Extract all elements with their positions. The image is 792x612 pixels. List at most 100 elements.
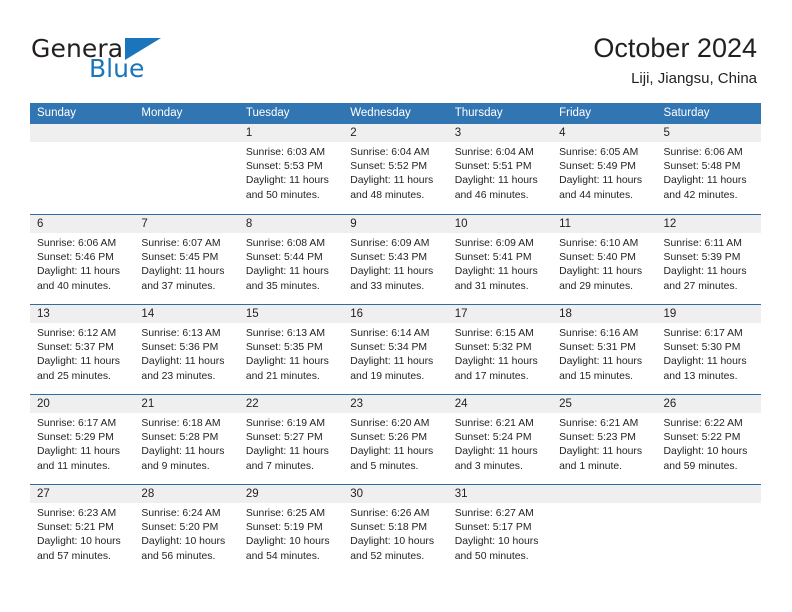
day-body: Sunrise: 6:22 AM Sunset: 5:22 PM Dayligh… [657, 413, 761, 474]
day-cell[interactable]: 8 Sunrise: 6:08 AM Sunset: 5:44 PM Dayli… [238, 215, 344, 304]
day-cell[interactable]: 26 Sunrise: 6:22 AM Sunset: 5:22 PM Dayl… [656, 395, 761, 484]
week-row: 1 Sunrise: 6:03 AM Sunset: 5:53 PM Dayli… [30, 124, 761, 214]
daylight-text-line2: and 44 minutes. [559, 189, 634, 201]
day-body: Sunrise: 6:23 AM Sunset: 5:21 PM Dayligh… [30, 503, 134, 564]
day-cell[interactable]: 30 Sunrise: 6:26 AM Sunset: 5:18 PM Dayl… [343, 485, 448, 574]
day-number: 21 [141, 398, 155, 410]
week-row: 27 Sunrise: 6:23 AM Sunset: 5:21 PM Dayl… [30, 484, 761, 574]
day-cell[interactable]: 11 Sunrise: 6:10 AM Sunset: 5:40 PM Dayl… [552, 215, 657, 304]
sunset-text: Sunset: 5:43 PM [350, 252, 428, 264]
day-cell[interactable]: 15 Sunrise: 6:13 AM Sunset: 5:35 PM Dayl… [238, 305, 344, 394]
sunrise-text: Sunrise: 6:15 AM [454, 328, 534, 339]
day-cell[interactable]: 2 Sunrise: 6:04 AM Sunset: 5:52 PM Dayli… [343, 124, 448, 214]
day-number-band: 21 [134, 395, 239, 413]
daylight-text-line2: and 37 minutes. [141, 280, 216, 292]
day-cell[interactable]: 6 Sunrise: 6:06 AM Sunset: 5:46 PM Dayli… [30, 215, 135, 304]
sunset-text: Sunset: 5:29 PM [37, 432, 114, 444]
day-cell[interactable]: 9 Sunrise: 6:09 AM Sunset: 5:43 PM Dayli… [343, 215, 448, 304]
week-row: 20 Sunrise: 6:17 AM Sunset: 5:29 PM Dayl… [30, 394, 761, 484]
day-cell[interactable] [134, 124, 239, 214]
day-cell[interactable] [30, 124, 135, 214]
sunrise-text: Sunrise: 6:24 AM [141, 508, 221, 519]
day-cell[interactable]: 4 Sunrise: 6:05 AM Sunset: 5:49 PM Dayli… [552, 124, 657, 214]
day-number: 6 [37, 218, 44, 230]
sunrise-text: Sunrise: 6:22 AM [663, 418, 743, 429]
sunset-text: Sunset: 5:20 PM [141, 522, 219, 534]
day-cell[interactable]: 27 Sunrise: 6:23 AM Sunset: 5:21 PM Dayl… [30, 485, 135, 574]
daylight-text-line2: and 57 minutes. [37, 550, 111, 562]
day-cell[interactable]: 1 Sunrise: 6:03 AM Sunset: 5:53 PM Dayli… [238, 124, 344, 214]
day-cell[interactable]: 18 Sunrise: 6:16 AM Sunset: 5:31 PM Dayl… [552, 305, 657, 394]
day-cell[interactable]: 28 Sunrise: 6:24 AM Sunset: 5:20 PM Dayl… [134, 485, 239, 574]
sunrise-text: Sunrise: 6:05 AM [559, 147, 639, 158]
day-body: Sunrise: 6:11 AM Sunset: 5:39 PM Dayligh… [657, 233, 761, 294]
day-body: Sunrise: 6:13 AM Sunset: 5:35 PM Dayligh… [239, 323, 343, 384]
sunrise-text: Sunrise: 6:11 AM [663, 238, 742, 249]
day-body: Sunrise: 6:06 AM Sunset: 5:46 PM Dayligh… [30, 233, 134, 294]
day-cell[interactable]: 7 Sunrise: 6:07 AM Sunset: 5:45 PM Dayli… [134, 215, 239, 304]
day-number: 28 [141, 488, 155, 500]
sunset-text: Sunset: 5:45 PM [141, 252, 219, 264]
day-number-band: 23 [343, 395, 448, 413]
day-number: 20 [37, 398, 50, 410]
day-number-band: 28 [134, 485, 239, 503]
day-cell[interactable]: 12 Sunrise: 6:11 AM Sunset: 5:39 PM Dayl… [656, 215, 761, 304]
daylight-text-line2: and 17 minutes. [454, 370, 529, 382]
day-cell[interactable]: 17 Sunrise: 6:15 AM Sunset: 5:32 PM Dayl… [447, 305, 553, 394]
sunset-text: Sunset: 5:41 PM [454, 252, 532, 264]
day-cell[interactable] [552, 485, 657, 574]
day-body: Sunrise: 6:05 AM Sunset: 5:49 PM Dayligh… [552, 142, 656, 203]
day-number-band: 26 [656, 395, 761, 413]
daylight-text-line2: and 40 minutes. [37, 280, 111, 292]
day-number: 27 [37, 488, 50, 500]
daylight-text-line2: and 59 minutes. [663, 460, 738, 472]
day-cell[interactable]: 24 Sunrise: 6:21 AM Sunset: 5:24 PM Dayl… [447, 395, 553, 484]
logo-text-blue: Blue [89, 54, 145, 83]
day-cell[interactable]: 29 Sunrise: 6:25 AM Sunset: 5:19 PM Dayl… [238, 485, 344, 574]
day-cell[interactable]: 5 Sunrise: 6:06 AM Sunset: 5:48 PM Dayli… [656, 124, 761, 214]
day-body: Sunrise: 6:09 AM Sunset: 5:41 PM Dayligh… [448, 233, 552, 294]
sunset-text: Sunset: 5:51 PM [454, 161, 532, 173]
general-blue-logo[interactable]: General Blue [31, 36, 231, 86]
day-cell[interactable]: 10 Sunrise: 6:09 AM Sunset: 5:41 PM Dayl… [447, 215, 553, 304]
day-cell[interactable]: 16 Sunrise: 6:14 AM Sunset: 5:34 PM Dayl… [343, 305, 448, 394]
sunset-text: Sunset: 5:31 PM [559, 342, 636, 354]
day-number-band: 13 [30, 305, 135, 323]
day-number: 11 [559, 218, 572, 230]
day-number: 15 [245, 308, 259, 320]
day-cell[interactable]: 13 Sunrise: 6:12 AM Sunset: 5:37 PM Dayl… [30, 305, 135, 394]
page-header: General Blue October 2024 Liji, Jiangsu,… [0, 0, 792, 100]
day-number: 13 [37, 308, 50, 320]
day-cell[interactable]: 25 Sunrise: 6:21 AM Sunset: 5:23 PM Dayl… [552, 395, 657, 484]
weekday-header-saturday: Saturday [663, 107, 710, 119]
day-cell[interactable]: 23 Sunrise: 6:20 AM Sunset: 5:26 PM Dayl… [343, 395, 448, 484]
day-body: Sunrise: 6:17 AM Sunset: 5:29 PM Dayligh… [30, 413, 134, 474]
title-block: October 2024 Liji, Jiangsu, China [593, 32, 757, 90]
day-number: 8 [245, 218, 253, 230]
day-cell[interactable]: 14 Sunrise: 6:13 AM Sunset: 5:36 PM Dayl… [134, 305, 239, 394]
sunrise-text: Sunrise: 6:23 AM [37, 508, 117, 519]
page-title: October 2024 [593, 33, 757, 63]
day-cell[interactable] [656, 485, 761, 574]
day-cell[interactable]: 21 Sunrise: 6:18 AM Sunset: 5:28 PM Dayl… [134, 395, 239, 484]
sunrise-text: Sunrise: 6:25 AM [245, 508, 325, 519]
day-number-band: 24 [447, 395, 553, 413]
sunrise-text: Sunrise: 6:13 AM [245, 328, 325, 339]
day-number: 1 [245, 127, 253, 139]
day-cell[interactable]: 31 Sunrise: 6:27 AM Sunset: 5:17 PM Dayl… [447, 485, 553, 574]
day-cell[interactable]: 3 Sunrise: 6:04 AM Sunset: 5:51 PM Dayli… [447, 124, 553, 214]
day-body: Sunrise: 6:03 AM Sunset: 5:53 PM Dayligh… [239, 142, 343, 203]
day-cell[interactable]: 19 Sunrise: 6:17 AM Sunset: 5:30 PM Dayl… [656, 305, 761, 394]
day-cell[interactable]: 22 Sunrise: 6:19 AM Sunset: 5:27 PM Dayl… [238, 395, 344, 484]
day-number-band: 10 [447, 215, 553, 233]
sunset-text: Sunset: 5:32 PM [454, 342, 532, 354]
day-cell[interactable]: 20 Sunrise: 6:17 AM Sunset: 5:29 PM Dayl… [30, 395, 135, 484]
day-body: Sunrise: 6:18 AM Sunset: 5:28 PM Dayligh… [134, 413, 238, 474]
daylight-text-line1: Daylight: 10 hours [141, 536, 226, 548]
day-number: 19 [663, 308, 677, 320]
day-number-band: 17 [447, 305, 553, 323]
day-number-band [656, 485, 761, 503]
daylight-text-line2: and 52 minutes. [350, 550, 425, 562]
sunrise-text: Sunrise: 6:04 AM [454, 147, 534, 158]
weekday-header-tuesday: Tuesday [245, 107, 290, 119]
